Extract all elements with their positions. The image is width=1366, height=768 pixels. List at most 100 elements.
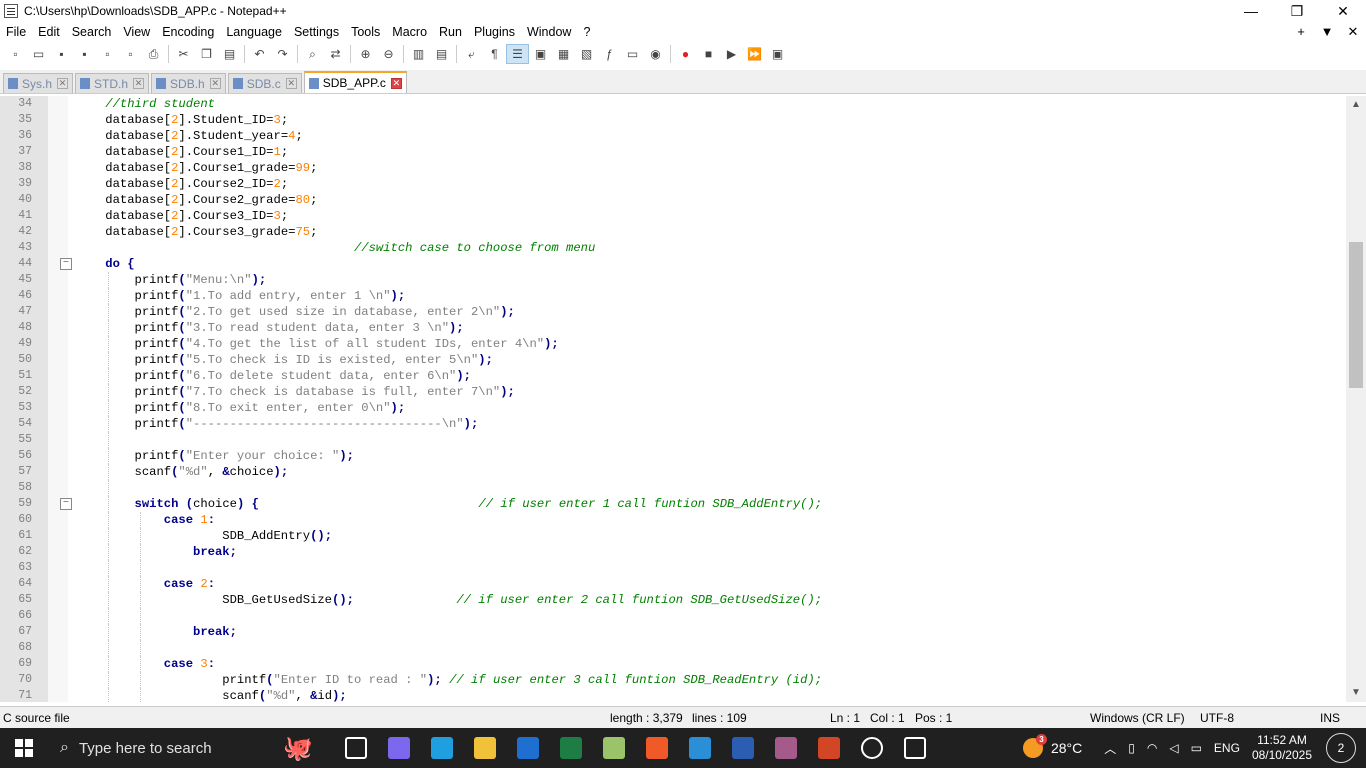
vscode-button[interactable] [678, 728, 721, 768]
sync-horizontal-icon[interactable]: ▤ [430, 44, 453, 64]
sync-vertical-icon[interactable]: ▥ [407, 44, 430, 64]
code-line[interactable]: 38 database[2].Course1_grade=99; [0, 160, 1346, 176]
tab-close-icon[interactable]: ✕ [57, 78, 69, 89]
stop-macro-icon[interactable]: ■ [697, 44, 720, 64]
menu-settings[interactable]: Settings [288, 25, 345, 39]
code-line[interactable]: 69 case 3: [0, 656, 1346, 672]
winrar-button[interactable] [764, 728, 807, 768]
code-line[interactable]: 62 break; [0, 544, 1346, 560]
code-line[interactable]: 54 printf("-----------------------------… [0, 416, 1346, 432]
word-wrap-icon[interactable]: ⤶ [460, 44, 483, 64]
function-list-icon[interactable]: ƒ [598, 44, 621, 64]
vertical-scrollbar[interactable]: ▲ ▼ [1346, 96, 1366, 702]
play-macro-icon[interactable]: ▶ [720, 44, 743, 64]
run-macro-multiple-icon[interactable]: ⏩ [743, 44, 766, 64]
search-highlight-octopus-icon[interactable]: 🐙 [268, 728, 328, 768]
print-icon[interactable]: ⎙ [142, 44, 165, 64]
menu-search[interactable]: Search [66, 25, 118, 39]
close-all-icon[interactable]: ▫ [119, 44, 142, 64]
code-line[interactable]: 55 [0, 432, 1346, 448]
close-button[interactable]: ✕ [1320, 0, 1366, 22]
code-line[interactable]: 63 [0, 560, 1346, 576]
file-explorer-button[interactable] [463, 728, 506, 768]
tab-close-icon[interactable]: ✕ [285, 78, 297, 89]
fold-toggle-icon[interactable]: − [60, 498, 72, 510]
code-line[interactable]: 60 case 1: [0, 512, 1346, 528]
tab-sdb-app-c[interactable]: SDB_APP.c ✕ [303, 71, 407, 93]
code-line[interactable]: 52 printf("7.To check is database is ful… [0, 384, 1346, 400]
code-line[interactable]: 36 database[2].Student_year=4; [0, 128, 1346, 144]
menu-run[interactable]: Run [433, 25, 468, 39]
word-button[interactable] [721, 728, 764, 768]
menu-edit[interactable]: Edit [32, 25, 66, 39]
paste-icon[interactable]: ▤ [218, 44, 241, 64]
copy-icon[interactable]: ❐ [195, 44, 218, 64]
photos-button[interactable] [893, 728, 936, 768]
close-document-icon[interactable]: ✕ [1340, 22, 1366, 42]
volume-icon[interactable]: ◁ [1169, 741, 1178, 755]
save-all-icon[interactable]: ▪ [73, 44, 96, 64]
tab-sys-h[interactable]: Sys.h ✕ [3, 73, 74, 93]
maximize-button[interactable]: ❐ [1274, 0, 1320, 22]
scroll-up-icon[interactable]: ▲ [1346, 96, 1366, 114]
code-line[interactable]: 59 − switch (choice) { // if user enter 1… [0, 496, 1346, 512]
code-line[interactable]: 56 printf("Enter your choice: "); [0, 448, 1346, 464]
code-line[interactable]: 37 database[2].Course1_ID=1; [0, 144, 1346, 160]
menu-file[interactable]: File [0, 25, 32, 39]
code-line[interactable]: 50 printf("5.To check is ID is existed, … [0, 352, 1346, 368]
code-line[interactable]: 71 scanf("%d", &id); [0, 688, 1346, 702]
tab-close-icon[interactable]: ✕ [209, 78, 221, 89]
fold-toggle-icon[interactable]: − [60, 258, 72, 270]
notepadpp-button[interactable] [592, 728, 635, 768]
doc-list-icon[interactable]: ▧ [575, 44, 598, 64]
taskbar-search-box[interactable]: ⌕ Type here to search [48, 728, 268, 768]
code-line[interactable]: 65 SDB_GetUsedSize(); // if user enter 2… [0, 592, 1346, 608]
menu-tools[interactable]: Tools [345, 25, 386, 39]
zoom-out-icon[interactable]: ⊖ [377, 44, 400, 64]
code-line[interactable]: 61 SDB_AddEntry(); [0, 528, 1346, 544]
code-line[interactable]: 58 [0, 480, 1346, 496]
code-line[interactable]: 66 [0, 608, 1346, 624]
code-line[interactable]: 67 break; [0, 624, 1346, 640]
scroll-down-icon[interactable]: ▼ [1346, 684, 1366, 702]
undo-icon[interactable]: ↶ [248, 44, 271, 64]
powerpoint-button[interactable] [807, 728, 850, 768]
tab-list-chevron-icon[interactable]: ▼ [1314, 22, 1340, 42]
open-file-icon[interactable]: ▭ [27, 44, 50, 64]
code-line[interactable]: 64 case 2: [0, 576, 1346, 592]
close-file-icon[interactable]: ▫ [96, 44, 119, 64]
minimize-button[interactable]: — [1228, 0, 1274, 22]
code-line[interactable]: 39 database[2].Course2_ID=2; [0, 176, 1346, 192]
cut-icon[interactable]: ✂ [172, 44, 195, 64]
mail-button[interactable] [506, 728, 549, 768]
start-button[interactable] [0, 728, 48, 768]
new-tab-plus-icon[interactable]: + [1288, 22, 1314, 42]
tab-close-icon[interactable]: ✕ [133, 78, 145, 89]
zoom-in-icon[interactable]: ⊕ [354, 44, 377, 64]
code-line[interactable]: 34 //third student [0, 96, 1346, 112]
clock[interactable]: 11:52 AM 08/10/2025 [1252, 733, 1312, 763]
code-line[interactable]: 40 database[2].Course2_grade=80; [0, 192, 1346, 208]
doc-map-icon[interactable]: ▦ [552, 44, 575, 64]
save-macro-icon[interactable]: ▣ [766, 44, 789, 64]
language-indicator[interactable]: ENG [1214, 741, 1240, 755]
new-file-icon[interactable]: ▫ [4, 44, 27, 64]
record-macro-icon[interactable]: ● [674, 44, 697, 64]
code-line[interactable]: 48 printf("3.To read student data, enter… [0, 320, 1346, 336]
monitoring-icon[interactable]: ◉ [644, 44, 667, 64]
code-line[interactable]: 51 printf("6.To delete student data, ent… [0, 368, 1346, 384]
menu-encoding[interactable]: Encoding [156, 25, 220, 39]
weather-widget[interactable]: 3 28°C [1022, 734, 1082, 758]
code-line[interactable]: 41 database[2].Course3_ID=3; [0, 208, 1346, 224]
code-line[interactable]: 35 database[2].Student_ID=3; [0, 112, 1346, 128]
tab-sdb-h[interactable]: SDB.h ✕ [151, 73, 226, 93]
code-line[interactable]: 42 database[2].Course3_grade=75; [0, 224, 1346, 240]
find-icon[interactable]: ⌕ [301, 44, 324, 64]
scrollbar-thumb[interactable] [1349, 242, 1363, 388]
menu-view[interactable]: View [117, 25, 156, 39]
settings-button[interactable] [850, 728, 893, 768]
excel-button[interactable] [549, 728, 592, 768]
notification-center-icon[interactable]: 2 [1326, 733, 1356, 763]
brave-button[interactable] [635, 728, 678, 768]
code-line[interactable]: 47 printf("2.To get used size in databas… [0, 304, 1346, 320]
